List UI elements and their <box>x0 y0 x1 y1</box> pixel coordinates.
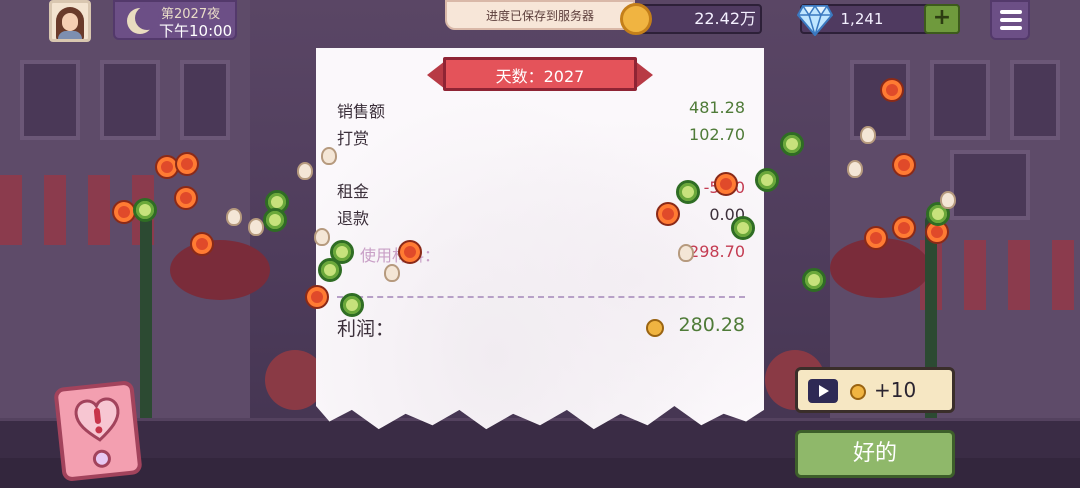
tomato-icon <box>864 226 888 250</box>
tomato-icon <box>175 152 199 176</box>
coin-icon <box>646 319 664 337</box>
player-avatar[interactable] <box>49 0 91 42</box>
garlic-icon <box>847 160 863 178</box>
tomato-icon <box>880 78 904 102</box>
pepper-icon <box>263 208 287 232</box>
tips-label: 打赏 <box>337 129 370 148</box>
window <box>1010 60 1060 140</box>
garlic-icon <box>384 264 400 282</box>
pepper-icon <box>133 198 157 222</box>
pepper-icon <box>755 168 779 192</box>
garlic-icon <box>297 162 313 180</box>
garlic-icon <box>678 244 694 262</box>
window <box>20 60 80 140</box>
window <box>850 60 910 140</box>
pepper-icon <box>676 180 700 204</box>
profit-value: 280.28 <box>678 314 745 336</box>
coin-icon <box>620 3 652 35</box>
window <box>930 60 990 140</box>
pepper-icon <box>802 268 826 292</box>
garlic-icon <box>314 228 330 246</box>
clock-time: 下午10:00 <box>159 22 233 40</box>
pepper-icon <box>330 240 354 264</box>
save-toast: 进度已保存到服务器 <box>445 0 635 30</box>
day-time-panel: 第2027夜 下午10:00 <box>113 0 237 40</box>
right-awning <box>920 240 1080 310</box>
tomato-icon <box>174 186 198 210</box>
buy-gems-button[interactable]: + <box>924 4 960 34</box>
tomato-icon <box>892 216 916 240</box>
tomato-icon <box>714 172 738 196</box>
tomato-icon <box>305 285 329 309</box>
receipt-divider <box>337 296 745 298</box>
garlic-icon <box>321 147 337 165</box>
window <box>950 150 1030 220</box>
profit-label: 利润： <box>337 318 395 340</box>
hamburger-icon <box>1000 10 1022 14</box>
phone-notification-button[interactable] <box>53 380 143 482</box>
day-ribbon: 天数：2027 <box>427 57 653 93</box>
moon-icon <box>127 6 159 34</box>
flower-bush <box>170 240 270 300</box>
pepper-icon <box>731 216 755 240</box>
sales-value: 481.28 <box>689 98 745 117</box>
alert-heart-icon <box>74 397 120 442</box>
window <box>180 60 230 140</box>
pepper-icon <box>340 293 364 317</box>
pepper-icon <box>780 132 804 156</box>
menu-button[interactable] <box>990 0 1030 40</box>
play-video-icon <box>808 379 838 403</box>
sales-label: 销售额 <box>337 102 386 121</box>
phone-home-button <box>92 448 112 469</box>
rent-label: 租金 <box>337 182 370 201</box>
garlic-icon <box>860 126 876 144</box>
right-building <box>830 0 1080 418</box>
window <box>100 60 160 140</box>
tips-value: 102.70 <box>689 125 745 144</box>
diamond-icon <box>797 4 833 36</box>
lamp-post <box>140 215 152 435</box>
tomato-icon <box>656 202 680 226</box>
refund-label: 退款 <box>337 209 370 228</box>
tomato-icon <box>190 232 214 256</box>
garlic-icon <box>940 191 956 209</box>
tomato-icon <box>398 240 422 264</box>
coin-amount: 22.42万 <box>694 9 756 28</box>
ok-button[interactable]: 好的 <box>795 430 955 478</box>
watch-ad-reward-button[interactable]: +10 <box>795 367 955 413</box>
coin-icon <box>850 384 866 400</box>
ad-reward-amount: +10 <box>874 378 917 402</box>
tomato-icon <box>892 153 916 177</box>
gem-amount: 1,241 <box>840 10 884 28</box>
garlic-icon <box>226 208 242 226</box>
garlic-icon <box>248 218 264 236</box>
day-count: 天数：2027 <box>495 67 585 86</box>
